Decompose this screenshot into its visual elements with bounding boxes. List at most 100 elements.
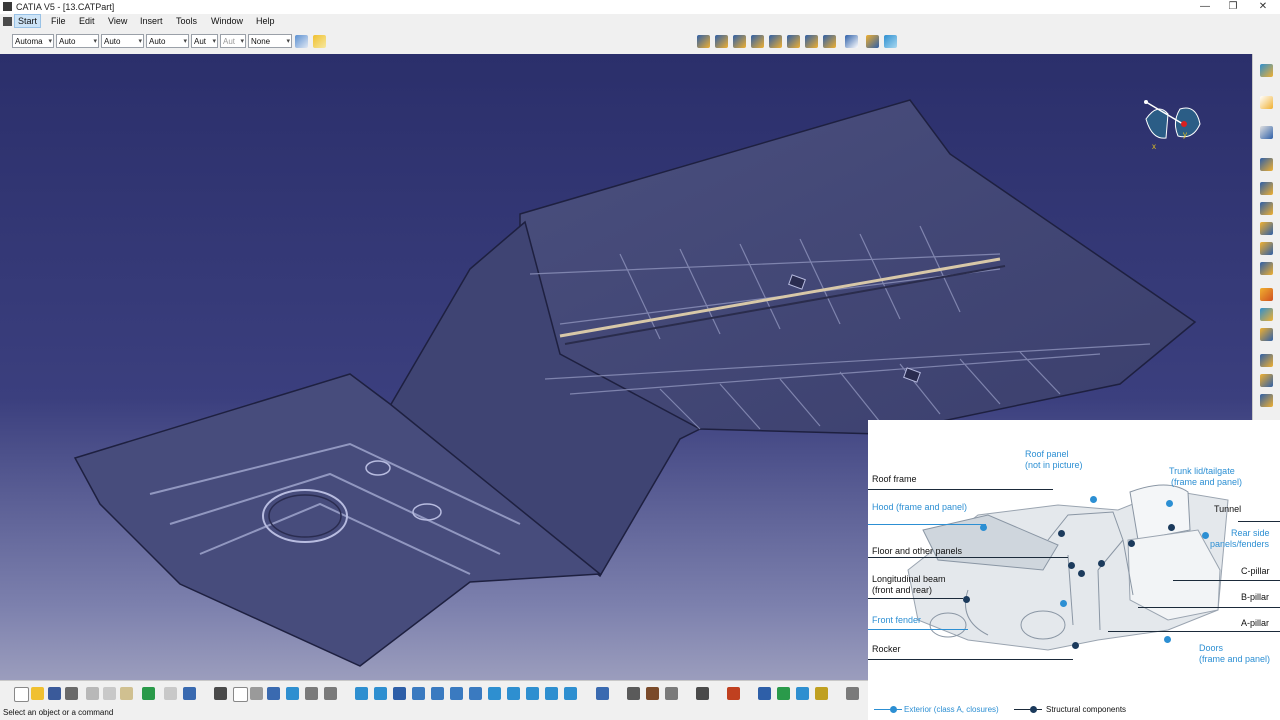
print-icon[interactable] — [65, 687, 78, 700]
color-combo[interactable]: Automa ▾ — [12, 34, 54, 48]
longitudinal-marker — [963, 596, 970, 603]
layer-combo[interactable]: None ▾ — [248, 34, 292, 48]
zoom-out-icon[interactable] — [450, 687, 463, 700]
copy-icon[interactable] — [103, 687, 116, 700]
workbench-icon[interactable] — [1260, 64, 1273, 77]
comment-icon[interactable] — [233, 687, 248, 702]
legend-structural-marker — [1030, 706, 1037, 713]
catia-app-icon — [3, 2, 12, 11]
surface-fill-icon[interactable] — [787, 35, 800, 48]
label-hood: Hood (frame and panel) — [872, 502, 968, 512]
catalog-icon[interactable] — [267, 687, 280, 700]
join-icon[interactable] — [866, 35, 879, 48]
menu-help[interactable]: Help — [256, 16, 275, 26]
tree-icon[interactable] — [286, 687, 299, 700]
curvature-icon[interactable] — [796, 687, 809, 700]
hole-icon[interactable] — [646, 687, 659, 700]
restore-button[interactable]: ❐ — [1218, 0, 1248, 14]
hood-marker — [980, 524, 987, 531]
menu-edit[interactable]: Edit — [79, 16, 95, 26]
plane-icon[interactable] — [1260, 202, 1273, 215]
fly-mode-icon[interactable] — [355, 687, 368, 700]
surface-sweep-icon[interactable] — [769, 35, 782, 48]
formula-icon[interactable] — [214, 687, 227, 700]
minimize-button[interactable]: — — [1190, 0, 1220, 14]
pan-icon[interactable] — [393, 687, 406, 700]
update-icon[interactable] — [596, 687, 609, 700]
rotate-icon[interactable] — [412, 687, 425, 700]
surface-offset-icon[interactable] — [751, 35, 764, 48]
spiral-icon[interactable] — [1260, 328, 1273, 341]
point-type-combo[interactable]: Aut ▾ — [191, 34, 218, 48]
redo-icon[interactable] — [164, 687, 177, 700]
save-icon[interactable] — [48, 687, 61, 700]
shading-icon[interactable] — [526, 687, 539, 700]
fit-all-icon[interactable] — [374, 687, 387, 700]
document-icon[interactable] — [3, 17, 12, 26]
menu-bar: Start File Edit View Insert Tools Window… — [0, 14, 1280, 29]
refresh-icon[interactable] — [846, 687, 859, 700]
point-icon[interactable] — [1260, 158, 1273, 171]
helix-icon[interactable] — [1260, 308, 1273, 321]
measure-icon[interactable] — [305, 687, 318, 700]
corner-icon[interactable] — [1260, 354, 1273, 367]
menu-insert[interactable]: Insert — [140, 16, 163, 26]
iso-view-icon[interactable] — [507, 687, 520, 700]
paste-icon[interactable] — [120, 687, 133, 700]
swap-visible-space-icon[interactable] — [564, 687, 577, 700]
material-icon[interactable] — [665, 687, 678, 700]
sketch-icon[interactable] — [1260, 126, 1273, 139]
menu-tools[interactable]: Tools — [176, 16, 197, 26]
surface-blend-icon[interactable] — [823, 35, 836, 48]
circle-icon[interactable] — [1260, 262, 1273, 275]
rendering-style-combo[interactable]: Aut ▾ — [220, 34, 246, 48]
surface-revolve-icon[interactable] — [715, 35, 728, 48]
transparency-combo[interactable]: Auto ▾ — [56, 34, 99, 48]
menu-start[interactable]: Start — [14, 14, 42, 28]
multi-view-icon[interactable] — [488, 687, 501, 700]
extract-icon[interactable] — [884, 35, 897, 48]
surface-loft-icon[interactable] — [805, 35, 818, 48]
whats-this-icon[interactable] — [183, 687, 196, 700]
label-b-pillar: B-pillar — [1241, 592, 1270, 602]
hide-show-icon[interactable] — [545, 687, 558, 700]
projection-icon[interactable] — [1260, 222, 1273, 235]
line-icon[interactable] — [1260, 182, 1273, 195]
intersection-icon[interactable] — [1260, 242, 1273, 255]
table-icon[interactable] — [250, 687, 263, 700]
legend-structural: Structural components — [1046, 705, 1127, 714]
label-doors: Doors — [1199, 643, 1224, 653]
label-trunk-lid: Trunk lid/tailgate — [1169, 466, 1235, 476]
line-thickness-combo[interactable]: Auto ▾ — [101, 34, 144, 48]
connect-curve-icon[interactable] — [1260, 374, 1273, 387]
axis-system-icon[interactable] — [727, 687, 740, 700]
menu-window[interactable]: Window — [211, 16, 243, 26]
line-type-combo[interactable]: Auto ▾ — [146, 34, 189, 48]
new-file-icon[interactable] — [14, 687, 29, 702]
connect-check-icon[interactable] — [777, 687, 790, 700]
inertia-icon[interactable] — [324, 687, 337, 700]
menu-file[interactable]: File — [51, 16, 66, 26]
normal-view-icon[interactable] — [469, 687, 482, 700]
parallel-curve-icon[interactable] — [1260, 394, 1273, 407]
analysis-icon[interactable] — [758, 687, 771, 700]
spline-icon[interactable] — [1260, 288, 1273, 301]
surface-sphere-icon[interactable] — [733, 35, 746, 48]
surface-extrude-icon[interactable] — [697, 35, 710, 48]
cut-icon[interactable] — [86, 687, 99, 700]
paint-brush-icon[interactable] — [295, 35, 308, 48]
zoom-in-icon[interactable] — [431, 687, 444, 700]
constraint-icon[interactable] — [627, 687, 640, 700]
compass-icon[interactable] — [1138, 94, 1208, 154]
capture-icon[interactable] — [696, 687, 709, 700]
undo-icon[interactable] — [142, 687, 155, 700]
draft-analysis-icon[interactable] — [815, 687, 828, 700]
rear-side-marker — [1202, 532, 1209, 539]
split-icon[interactable] — [845, 35, 858, 48]
select-arrow-icon[interactable] — [1260, 96, 1273, 109]
open-folder-icon[interactable] — [31, 687, 44, 700]
close-button[interactable]: ✕ — [1248, 0, 1278, 14]
format-painter-icon[interactable] — [313, 35, 326, 48]
menu-view[interactable]: View — [108, 16, 127, 26]
compass-x-label: x — [1152, 142, 1156, 151]
